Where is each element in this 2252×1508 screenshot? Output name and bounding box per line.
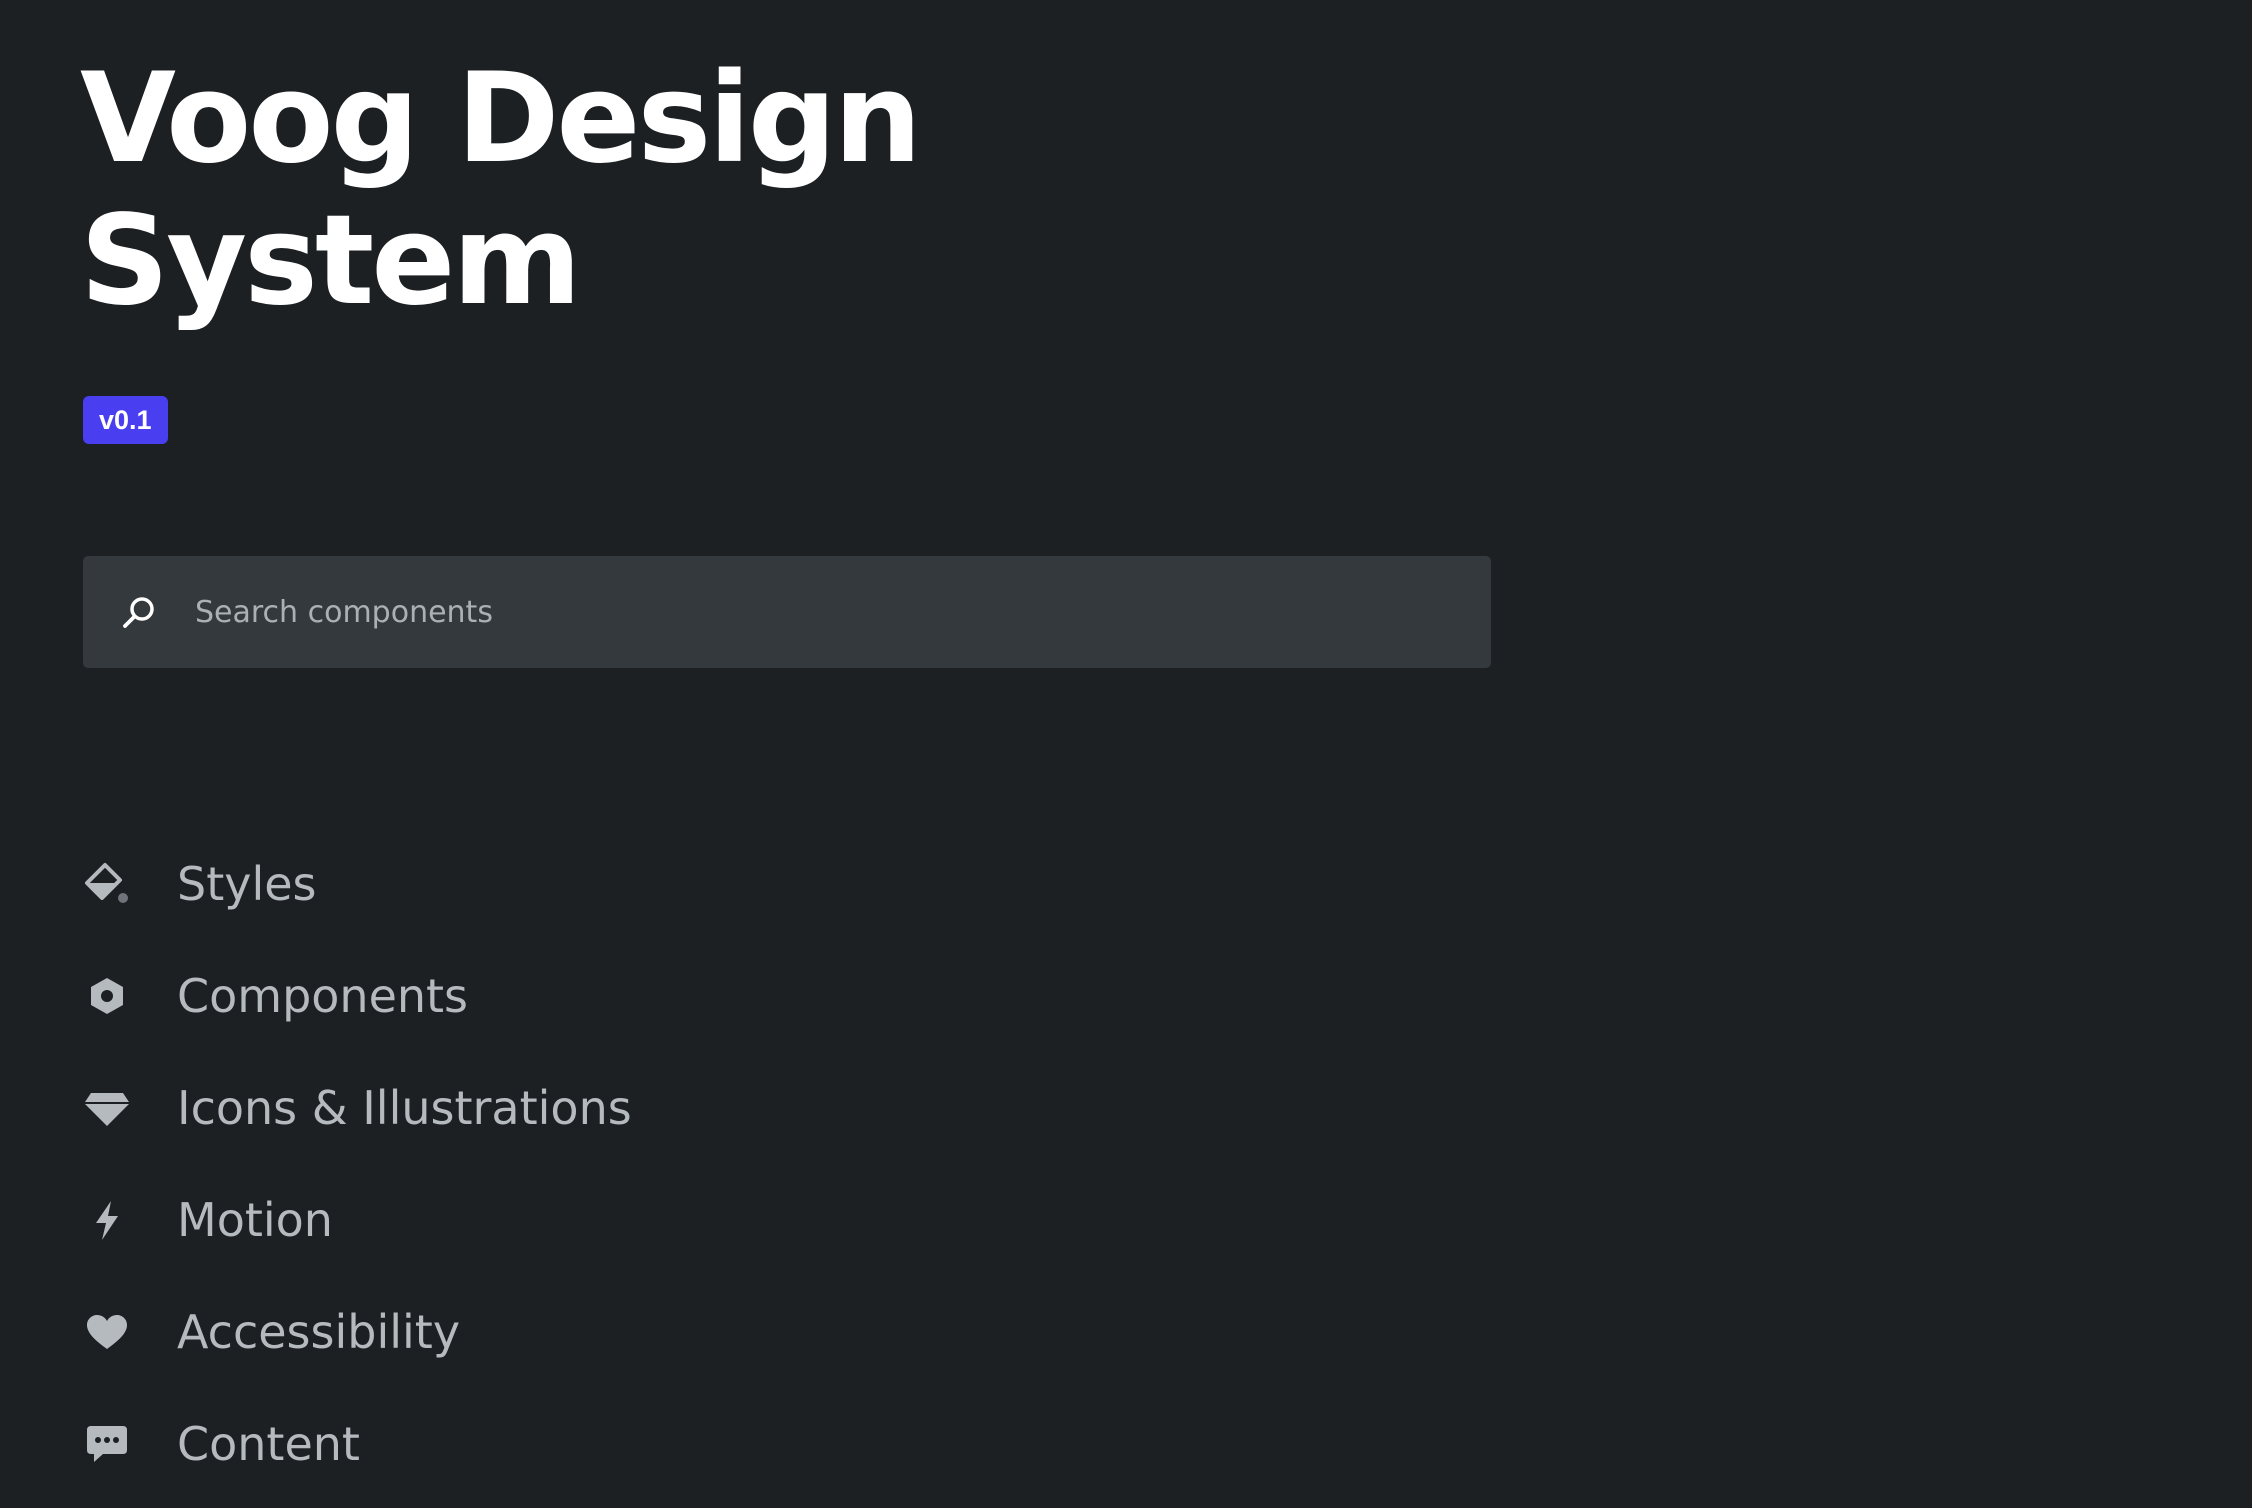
nav-item-label: Accessibility [177,1305,461,1359]
nav-item-content[interactable]: Content [83,1388,632,1500]
nav-menu: Styles Components Icons & Illustrations [83,828,632,1500]
nav-item-label: Components [177,969,469,1023]
nav-item-components[interactable]: Components [83,940,632,1052]
page-title: Voog Design System [80,48,1180,332]
search-input[interactable] [195,556,1455,668]
search-box[interactable] [83,556,1491,668]
nav-item-label: Motion [177,1193,333,1247]
lightning-bolt-icon [83,1196,131,1244]
nav-item-styles[interactable]: Styles [83,828,632,940]
nav-item-motion[interactable]: Motion [83,1164,632,1276]
diamond-icon [83,1084,131,1132]
nav-item-accessibility[interactable]: Accessibility [83,1276,632,1388]
paint-bucket-icon [83,860,131,908]
page-title-line-1: Voog Design [80,47,922,191]
search-icon [119,592,159,632]
chat-bubble-icon [83,1420,131,1468]
nav-item-label: Content [177,1417,360,1471]
version-badge: v0.1 [83,396,168,444]
nav-item-label: Icons & Illustrations [177,1081,632,1135]
hexagon-icon [83,972,131,1020]
nav-item-label: Styles [177,857,317,911]
heart-icon [83,1308,131,1356]
page: Voog Design System v0.1 Styles [0,0,2252,1508]
page-title-line-2: System [80,189,582,333]
nav-item-icons-illustrations[interactable]: Icons & Illustrations [83,1052,632,1164]
